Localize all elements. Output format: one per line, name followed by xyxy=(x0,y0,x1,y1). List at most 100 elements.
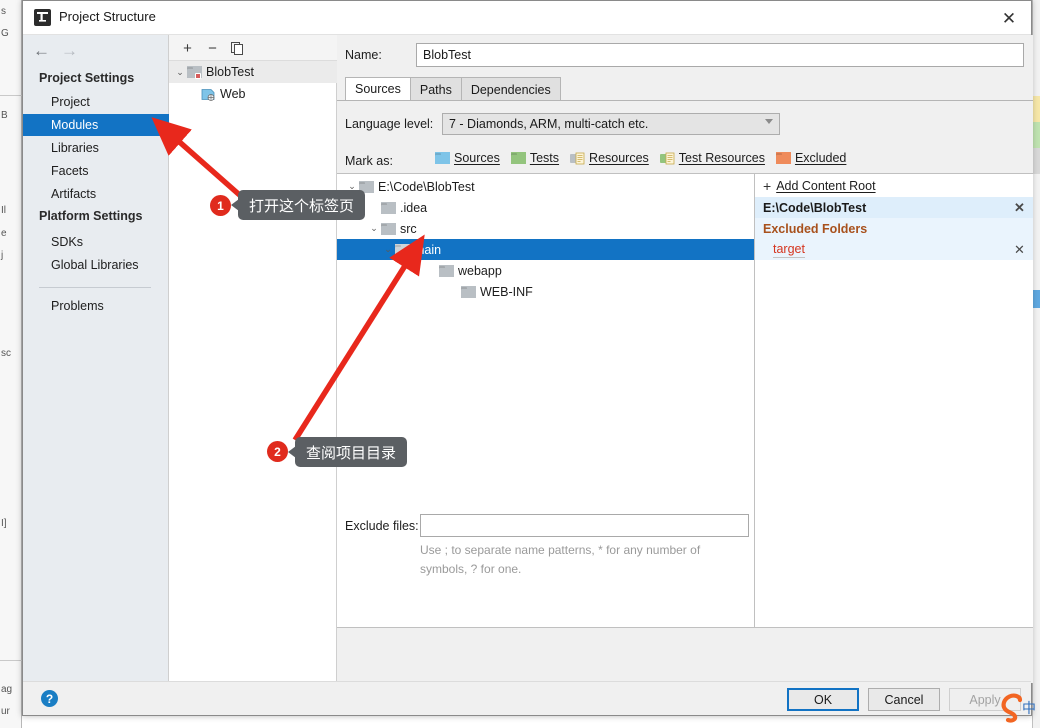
add-content-root-button[interactable]: + Add Content Root xyxy=(755,174,1033,197)
background-text-fragment: j xyxy=(1,250,4,261)
excluded-folder-name: target xyxy=(773,241,805,258)
module-name-input[interactable]: BlobTest xyxy=(416,43,1024,67)
module-tree-item-blobtest[interactable]: ⌄ BlobTest xyxy=(169,61,337,83)
tree-row-label: main xyxy=(414,242,442,257)
sogou-ime-widget[interactable]: 中 xyxy=(998,688,1038,728)
mark-as-tests-button[interactable]: Tests xyxy=(510,151,559,165)
folder-icon xyxy=(381,201,396,214)
ime-mode-label[interactable]: 中 xyxy=(1022,698,1036,718)
sidebar-item-modules[interactable]: Modules xyxy=(23,114,169,136)
excluded-folders-header: Excluded Folders xyxy=(755,218,1033,239)
background-text-fragment: e xyxy=(1,228,7,239)
dialog-footer: ? OK Cancel Apply xyxy=(23,681,1031,715)
module-list-pane: + − ⌄ BlobTest Web xyxy=(169,35,337,683)
tree-row[interactable]: ⌄ src xyxy=(337,218,754,239)
mark-as-label-resources: Resources xyxy=(589,151,649,165)
sidebar-item-global-libraries[interactable]: Global Libraries xyxy=(23,254,169,276)
mark-as-sources-button[interactable]: Sources xyxy=(435,151,500,165)
tab-paths[interactable]: Paths xyxy=(409,77,462,101)
mark-as-actions: Sources Tests Resources Test Resources E… xyxy=(435,151,857,165)
background-text-fragment: B xyxy=(1,110,8,121)
tree-row-label: .idea xyxy=(400,200,428,215)
chevron-down-icon[interactable]: ⌄ xyxy=(381,244,395,255)
folder-icon xyxy=(395,243,410,256)
editor-tabs: Sources Paths Dependencies xyxy=(345,77,561,101)
language-level-label: Language level: xyxy=(345,117,434,131)
remove-content-root-icon[interactable]: ✕ xyxy=(1013,197,1026,218)
content-root-tree[interactable]: ⌄ E:\Code\BlobTest .idea ⌄ src ⌄ main we… xyxy=(337,173,755,628)
tree-row-label: webapp xyxy=(458,263,502,278)
web-facet-icon xyxy=(201,88,216,101)
tree-row[interactable]: ⌄ main xyxy=(337,239,754,260)
forward-arrow-icon[interactable]: → xyxy=(61,41,89,61)
help-icon[interactable]: ? xyxy=(41,690,58,707)
language-level-select[interactable]: 7 - Diamonds, ARM, multi-catch etc. xyxy=(442,113,780,135)
chevron-down-icon[interactable]: ⌄ xyxy=(173,67,187,78)
close-icon[interactable]: ✕ xyxy=(997,7,1021,29)
add-module-button[interactable]: + xyxy=(177,38,198,58)
mark-as-label-sources: Sources xyxy=(454,151,500,165)
module-badge-icon xyxy=(195,73,201,79)
remove-excluded-folder-icon[interactable]: ✕ xyxy=(1013,239,1026,260)
sidebar-item-sdks[interactable]: SDKs xyxy=(23,231,169,253)
tree-row-label: src xyxy=(400,221,417,236)
excluded-folder-row[interactable]: target ✕ xyxy=(755,239,1033,260)
remove-module-button[interactable]: − xyxy=(202,38,223,58)
sidebar-item-project[interactable]: Project xyxy=(23,91,169,113)
chevron-down-icon[interactable]: ⌄ xyxy=(367,223,381,234)
mark-as-label-excluded: Excluded xyxy=(794,151,847,165)
copy-module-button[interactable] xyxy=(227,38,248,58)
sidebar-item-facets[interactable]: Facets xyxy=(23,160,169,182)
tab-dependencies[interactable]: Dependencies xyxy=(460,77,561,101)
background-text-fragment: Il xyxy=(1,205,6,216)
module-editor-pane: Name: BlobTest Sources Paths Dependencie… xyxy=(337,35,1033,683)
tree-row[interactable]: webapp xyxy=(337,260,754,281)
sidebar-item-problems[interactable]: Problems xyxy=(23,295,169,317)
name-label: Name: xyxy=(345,48,382,62)
test-resources-folder-icon xyxy=(659,152,675,165)
tests-folder-icon xyxy=(510,152,526,164)
sidebar-item-libraries[interactable]: Libraries xyxy=(23,137,169,159)
back-arrow-icon[interactable]: ← xyxy=(33,41,61,61)
cancel-button[interactable]: Cancel xyxy=(868,688,940,711)
background-text-fragment: ur xyxy=(1,706,10,717)
background-text-fragment: ag xyxy=(1,684,13,695)
module-tree-label: BlobTest xyxy=(206,65,254,79)
background-right-chip xyxy=(1032,148,1040,174)
tab-sources[interactable]: Sources xyxy=(345,77,411,101)
module-toolbar: + − xyxy=(169,35,337,61)
mark-as-test-resources-button[interactable]: Test Resources xyxy=(659,151,765,165)
chevron-down-icon[interactable]: ⌄ xyxy=(345,181,359,192)
module-tree-label: Web xyxy=(220,87,246,101)
tree-row[interactable]: WEB-INF xyxy=(337,281,754,302)
exclude-files-hint-line2: symbols, ? for one. xyxy=(420,562,522,576)
exclude-files-input[interactable] xyxy=(420,514,749,537)
sources-folder-icon xyxy=(435,152,450,164)
ok-button[interactable]: OK xyxy=(787,688,859,711)
project-structure-dialog: Project Structure ✕ ← → Project Settings … xyxy=(22,0,1033,716)
content-root-path-row[interactable]: E:\Code\BlobTest ✕ xyxy=(755,197,1033,218)
background-text-fragment: I] xyxy=(1,518,7,529)
nav-group-project-settings: Project Settings xyxy=(39,71,135,85)
content-roots-panel: + Add Content Root E:\Code\BlobTest ✕ Ex… xyxy=(755,173,1033,628)
module-tree-item-web[interactable]: Web xyxy=(169,83,337,105)
settings-sidebar: ← → Project Settings Project Modules Libr… xyxy=(23,35,169,683)
chevron-down-icon[interactable] xyxy=(765,119,773,124)
content-root-path: E:\Code\BlobTest xyxy=(763,200,867,215)
exclude-files-hint-line1: Use ; to separate name patterns, * for a… xyxy=(420,543,701,557)
intellij-idea-icon xyxy=(34,9,51,26)
background-divider xyxy=(0,95,22,96)
background-right-chip xyxy=(1032,290,1040,308)
plus-icon: + xyxy=(763,177,772,194)
excluded-folders-label: Excluded Folders xyxy=(763,221,868,236)
mark-as-resources-button[interactable]: Resources xyxy=(570,151,649,165)
tree-row[interactable]: .idea xyxy=(337,197,754,218)
sidebar-item-artifacts[interactable]: Artifacts xyxy=(23,183,169,205)
exclude-files-label: Exclude files: xyxy=(345,519,419,533)
tree-row[interactable]: ⌄ E:\Code\BlobTest xyxy=(337,176,754,197)
mark-as-excluded-button[interactable]: Excluded xyxy=(775,151,847,165)
mark-as-label-test-resources: Test Resources xyxy=(678,151,765,165)
background-text-fragment: G xyxy=(1,28,9,39)
folder-icon xyxy=(381,222,396,235)
dialog-titlebar: Project Structure ✕ xyxy=(23,1,1031,35)
